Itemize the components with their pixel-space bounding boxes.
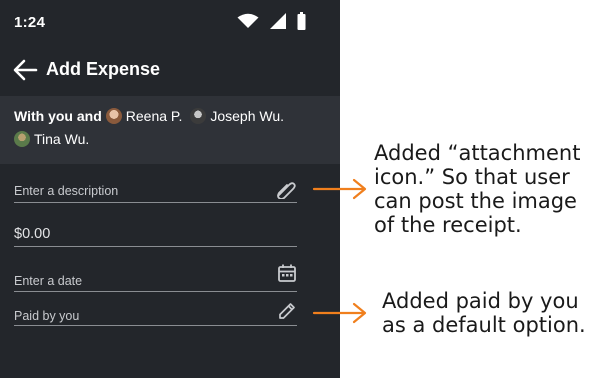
annotation-attachment-note: Added “attachment icon.” So that user ca… [374,141,604,237]
pencil-icon[interactable] [277,301,297,321]
status-icons [237,12,306,30]
amount-field[interactable]: $0.00 [14,220,297,247]
status-time: 1:24 [14,14,46,31]
participant-name: Tina Wu. [34,131,90,147]
annotation-arrow [312,178,367,200]
annotation-line: Added paid by you [382,289,579,313]
paperclip-icon[interactable] [273,179,297,199]
participants-prefix: With you and [14,108,102,124]
wifi-icon [237,13,259,28]
annotation-line: as a default option. [382,313,586,337]
annotation-line: icon.” So that user [374,165,570,189]
amount-value: $0.00 [14,226,51,242]
annotation-paid-by-note: Added paid by you as a default option. [382,289,608,337]
date-field[interactable]: Enter a date [14,262,297,292]
paid-by-value: Paid by you [14,309,80,323]
date-placeholder: Enter a date [14,274,83,288]
description-placeholder: Enter a description [14,184,119,198]
avatar-reena [105,108,122,124]
app-bar: Add Expense [0,50,340,90]
calendar-icon[interactable] [277,263,297,283]
participant-name: Reena P. [125,108,183,124]
page-title: Add Expense [46,59,161,79]
back-arrow-icon[interactable] [12,58,38,82]
annotation-line: Added “attachment [374,141,581,165]
description-field[interactable]: Enter a description [14,176,297,203]
phone-screen: 1:24 Add Expense With you and Reena P. J [0,0,340,378]
avatar-joseph [190,108,207,124]
signal-icon [270,13,286,29]
paid-by-field[interactable]: Paid by you [14,300,297,326]
annotation-line: of the receipt. [374,213,522,237]
annotation-arrow [312,302,367,324]
participant-name: Joseph Wu. [210,108,285,124]
battery-icon [297,12,306,30]
status-bar: 1:24 [0,0,340,44]
participants-section: With you and Reena P. Joseph Wu. Tina Wu… [0,96,340,164]
annotation-line: can post the image [374,189,577,213]
avatar-tina [14,131,30,147]
